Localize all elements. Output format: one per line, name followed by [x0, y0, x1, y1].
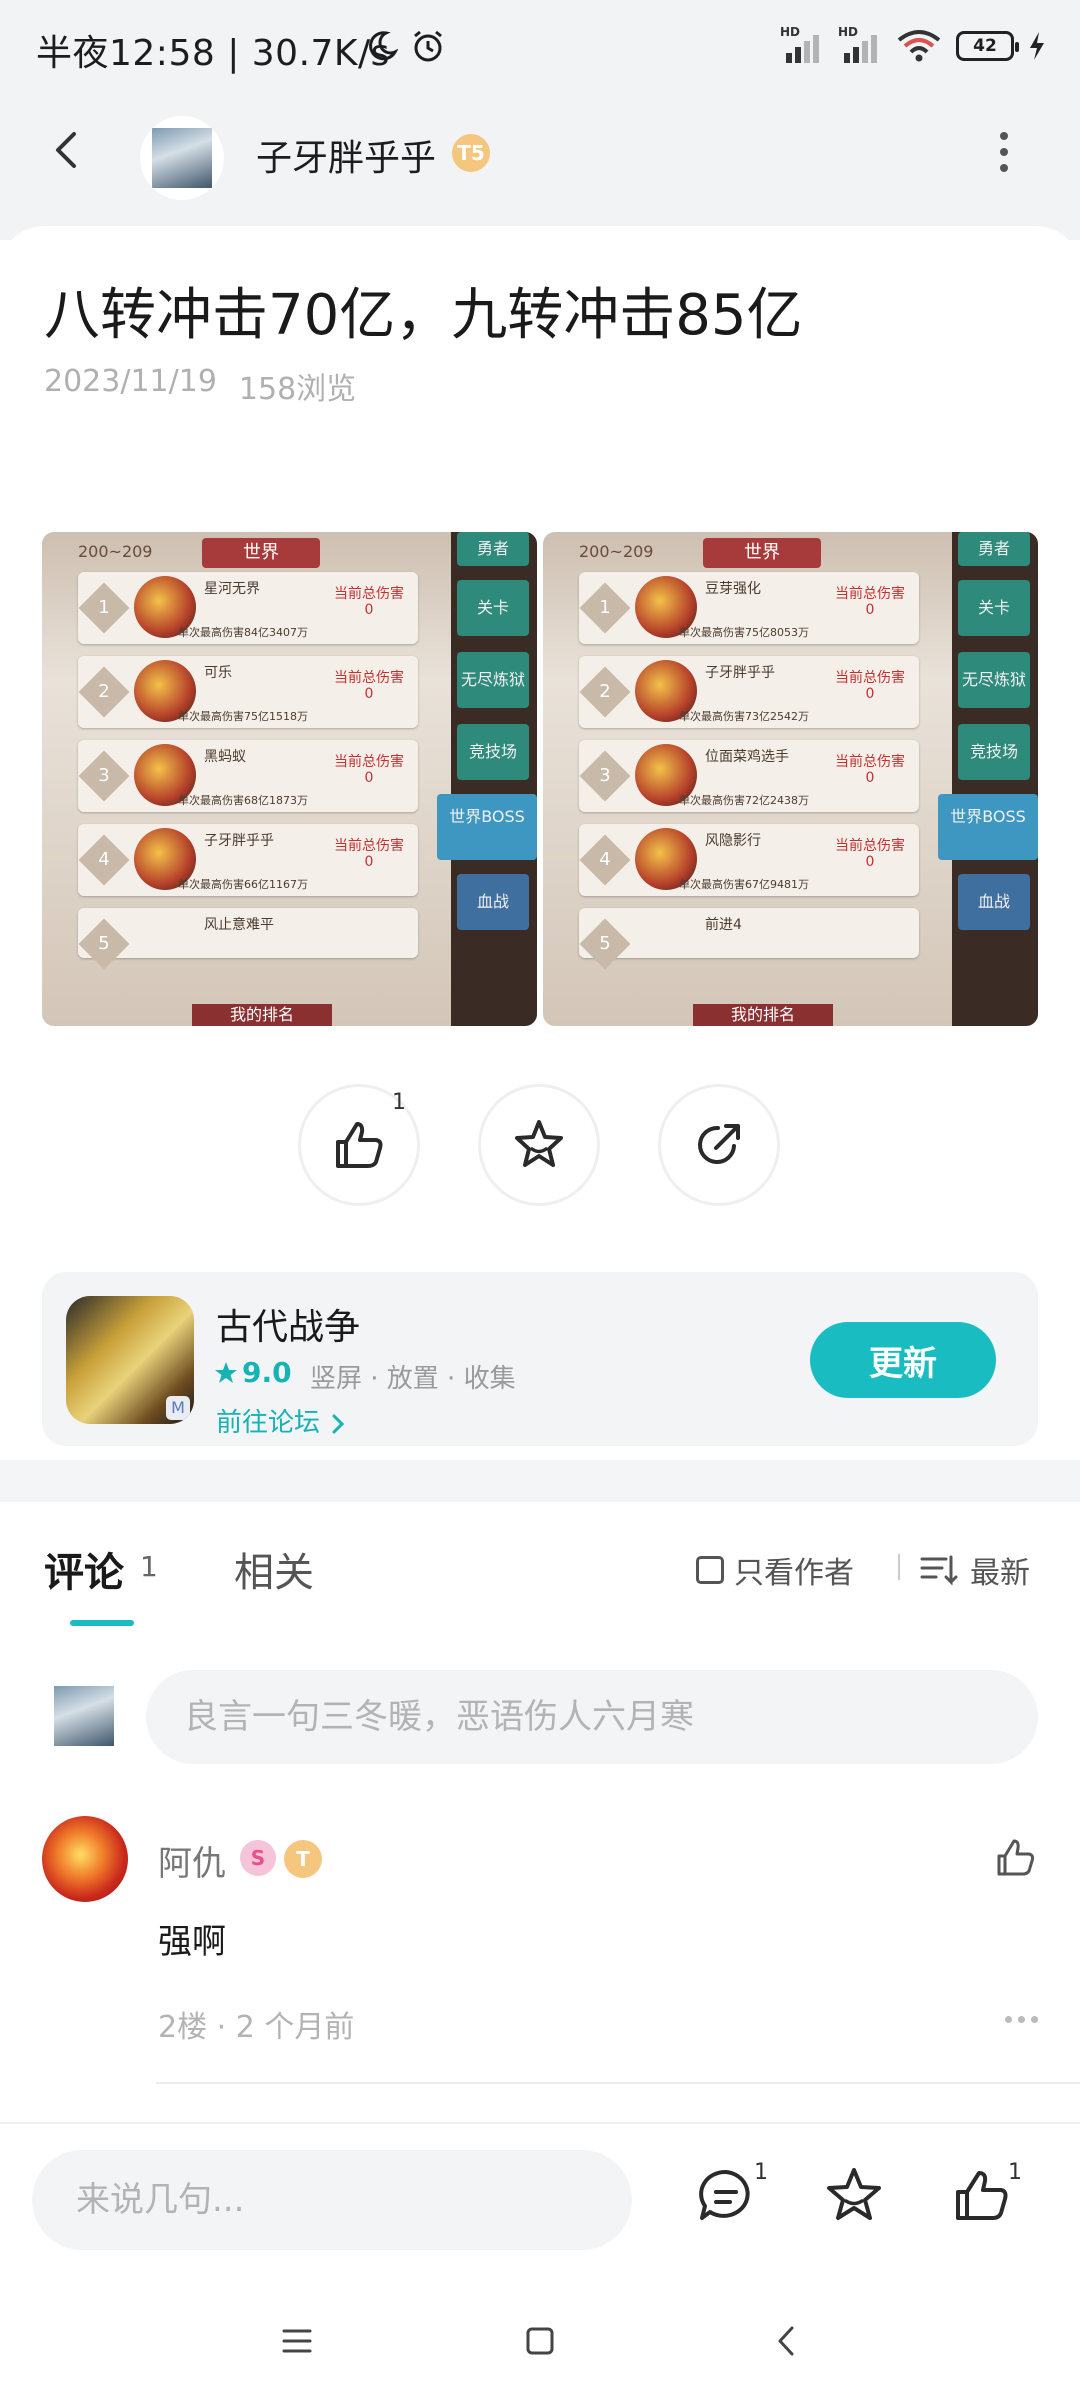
author-avatar[interactable] [140, 116, 224, 200]
my-avatar [54, 1686, 114, 1746]
game-tags: 竖屏 · 放置 · 收集 [310, 1364, 516, 1394]
tab-indicator [70, 1620, 134, 1626]
checkbox-icon[interactable] [696, 1556, 724, 1584]
game-rating: 9.0 [214, 1356, 292, 1389]
system-nav-bar [0, 2282, 1080, 2401]
game-score-value: 9.0 [242, 1356, 292, 1389]
world-tab: 世界 [703, 538, 821, 568]
rank-row: 4 风隐影行 单次最高伤害67亿9481万 当前总伤害 0 [579, 824, 919, 896]
commenter-name[interactable]: 阿仇 [158, 1836, 226, 1885]
more-options-icon[interactable] [998, 132, 1010, 172]
update-button[interactable]: 更新 [810, 1322, 996, 1398]
rank-row: 2 可乐 单次最高伤害75亿1518万 当前总伤害 0 [78, 656, 418, 728]
favorite-button[interactable] [478, 1084, 600, 1206]
rank-row: 1 星河无界 单次最高伤害84亿3407万 当前总伤害 0 [78, 572, 418, 644]
favorite-star-icon[interactable] [822, 2164, 886, 2228]
side-menu: 勇者 关卡 无尽炼狱 竞技场 世界BOSS 血战 [437, 532, 537, 1026]
status-bar: 半夜12:58 | 30.7K/s HD HD 42 [0, 0, 1080, 96]
wifi-icon [897, 30, 941, 62]
alarm-icon [414, 30, 442, 62]
game-name: 古代战争 [216, 1307, 361, 1348]
game-icon: M [66, 1296, 194, 1424]
rank-row: 3 黑蚂蚁 单次最高伤害68亿1873万 当前总伤害 0 [78, 740, 418, 812]
tab-comments[interactable]: 评论 [44, 1540, 124, 1598]
post-images: 200~209 世界 1 星河无界 单次最高伤害84亿3407万 当前总伤害 0 2… [42, 532, 1038, 1026]
comment-count-badge: 1 [754, 2160, 768, 2185]
bottom-like-icon[interactable] [950, 2164, 1014, 2228]
comment-more-icon[interactable] [1005, 2016, 1038, 2023]
rank-row: 5 前进4 [579, 908, 919, 970]
thumbs-up-icon [336, 1122, 383, 1168]
game-screenshot-1[interactable]: 200~209 世界 1 星河无界 单次最高伤害84亿3407万 当前总伤害 0 2… [42, 532, 537, 1026]
comment-text: 强啊 [158, 1922, 226, 1962]
commenter-avatar[interactable] [42, 1816, 128, 1902]
status-time-speed: 半夜12:58 | 30.7K/s [36, 33, 390, 74]
menu-icon[interactable] [272, 2316, 322, 2366]
divider [898, 1554, 900, 1580]
post-views: 158浏览 [238, 372, 357, 407]
comments-section: 评论 1 相关 只看作者 最新 良言一句三冬暖，恶语伤人六月寒 阿仇 S T 强… [0, 1502, 1080, 2122]
bottom-action-bar: 来说几句... 1 1 [0, 2122, 1080, 2282]
comment-meta: 2楼 · 2 个月前 [158, 2010, 355, 2045]
bottom-comment-input[interactable]: 来说几句... [32, 2150, 632, 2250]
signal-2-icon: HD [838, 25, 882, 63]
rank-row: 4 子牙胖乎乎 单次最高伤害66亿1167万 当前总伤害 0 [78, 824, 418, 896]
level-badge-icon: T [284, 1840, 322, 1878]
game-card[interactable]: M 古代战争 9.0 竖屏 · 放置 · 收集 前往论坛 更新 [42, 1272, 1038, 1446]
forum-link[interactable]: 前往论坛 [216, 1402, 348, 1439]
rank-row: 2 子牙胖乎乎 单次最高伤害73亿2542万 当前总伤害 0 [579, 656, 919, 728]
sort-icon [920, 1555, 958, 1585]
like-count-badge: 1 [1008, 2160, 1022, 2185]
share-button[interactable] [658, 1084, 780, 1206]
range-label: 200~209 [579, 542, 654, 561]
tab-related[interactable]: 相关 [234, 1540, 314, 1598]
back-arrow-icon[interactable] [46, 128, 90, 172]
rating-star-icon [215, 1361, 237, 1383]
rank-row: 1 豆芽强化 单次最高伤害75亿8053万 当前总伤害 0 [579, 572, 919, 644]
signal-1-icon: HD [780, 25, 824, 63]
forum-link-label: 前往论坛 [216, 1408, 321, 1438]
comment-like-icon[interactable] [994, 1836, 1038, 1880]
author-name[interactable]: 子牙胖乎乎 [256, 129, 436, 181]
back-icon[interactable] [762, 2316, 812, 2366]
divider [156, 2082, 1080, 2084]
sort-label: 最新 [970, 1556, 1030, 1591]
charging-icon [1030, 32, 1044, 60]
comment-input[interactable]: 良言一句三冬暖，恶语伤人六月寒 [146, 1670, 1038, 1764]
range-label: 200~209 [78, 542, 153, 561]
vip-badge-icon: S [240, 1840, 276, 1876]
chevron-right-icon [332, 1414, 345, 1433]
share-icon [698, 1124, 740, 1164]
battery-icon: 42 [956, 31, 1019, 61]
only-author-toggle[interactable]: 只看作者 [696, 1548, 854, 1592]
home-icon[interactable] [515, 2316, 565, 2366]
moon-icon [369, 31, 398, 61]
my-rank-label: 我的排名 [192, 1004, 332, 1026]
like-count: 1 [392, 1090, 406, 1115]
post-header: 子牙胖乎乎 T5 [0, 96, 1080, 206]
only-author-label: 只看作者 [734, 1556, 854, 1591]
world-tab: 世界 [202, 538, 320, 568]
rank-row: 5 风止意难平 [78, 908, 418, 970]
rank-row: 3 位面菜鸡选手 单次最高伤害72亿2438万 当前总伤害 0 [579, 740, 919, 812]
post-meta: 2023/11/19 158浏览 [44, 364, 356, 408]
star-icon [515, 1120, 563, 1167]
mod-tag-icon: M [166, 1396, 190, 1420]
game-screenshot-2[interactable]: 200~209 世界 1 豆芽强化 单次最高伤害75亿8053万 当前总伤害 0 2… [543, 532, 1038, 1026]
post-date: 2023/11/19 [44, 364, 217, 399]
my-rank-label: 我的排名 [693, 1004, 833, 1026]
post-title: 八转冲击70亿，九转冲击85亿 [44, 283, 803, 348]
battery-level: 42 [973, 36, 997, 56]
comment-icon[interactable] [694, 2164, 758, 2228]
sort-toggle[interactable]: 最新 [920, 1548, 1030, 1592]
author-level-badge: T5 [452, 134, 490, 172]
section-divider [0, 1460, 1080, 1502]
side-menu: 勇者 关卡 无尽炼狱 竞技场 世界BOSS 血战 [938, 532, 1038, 1026]
comment-count: 1 [140, 1550, 158, 1583]
